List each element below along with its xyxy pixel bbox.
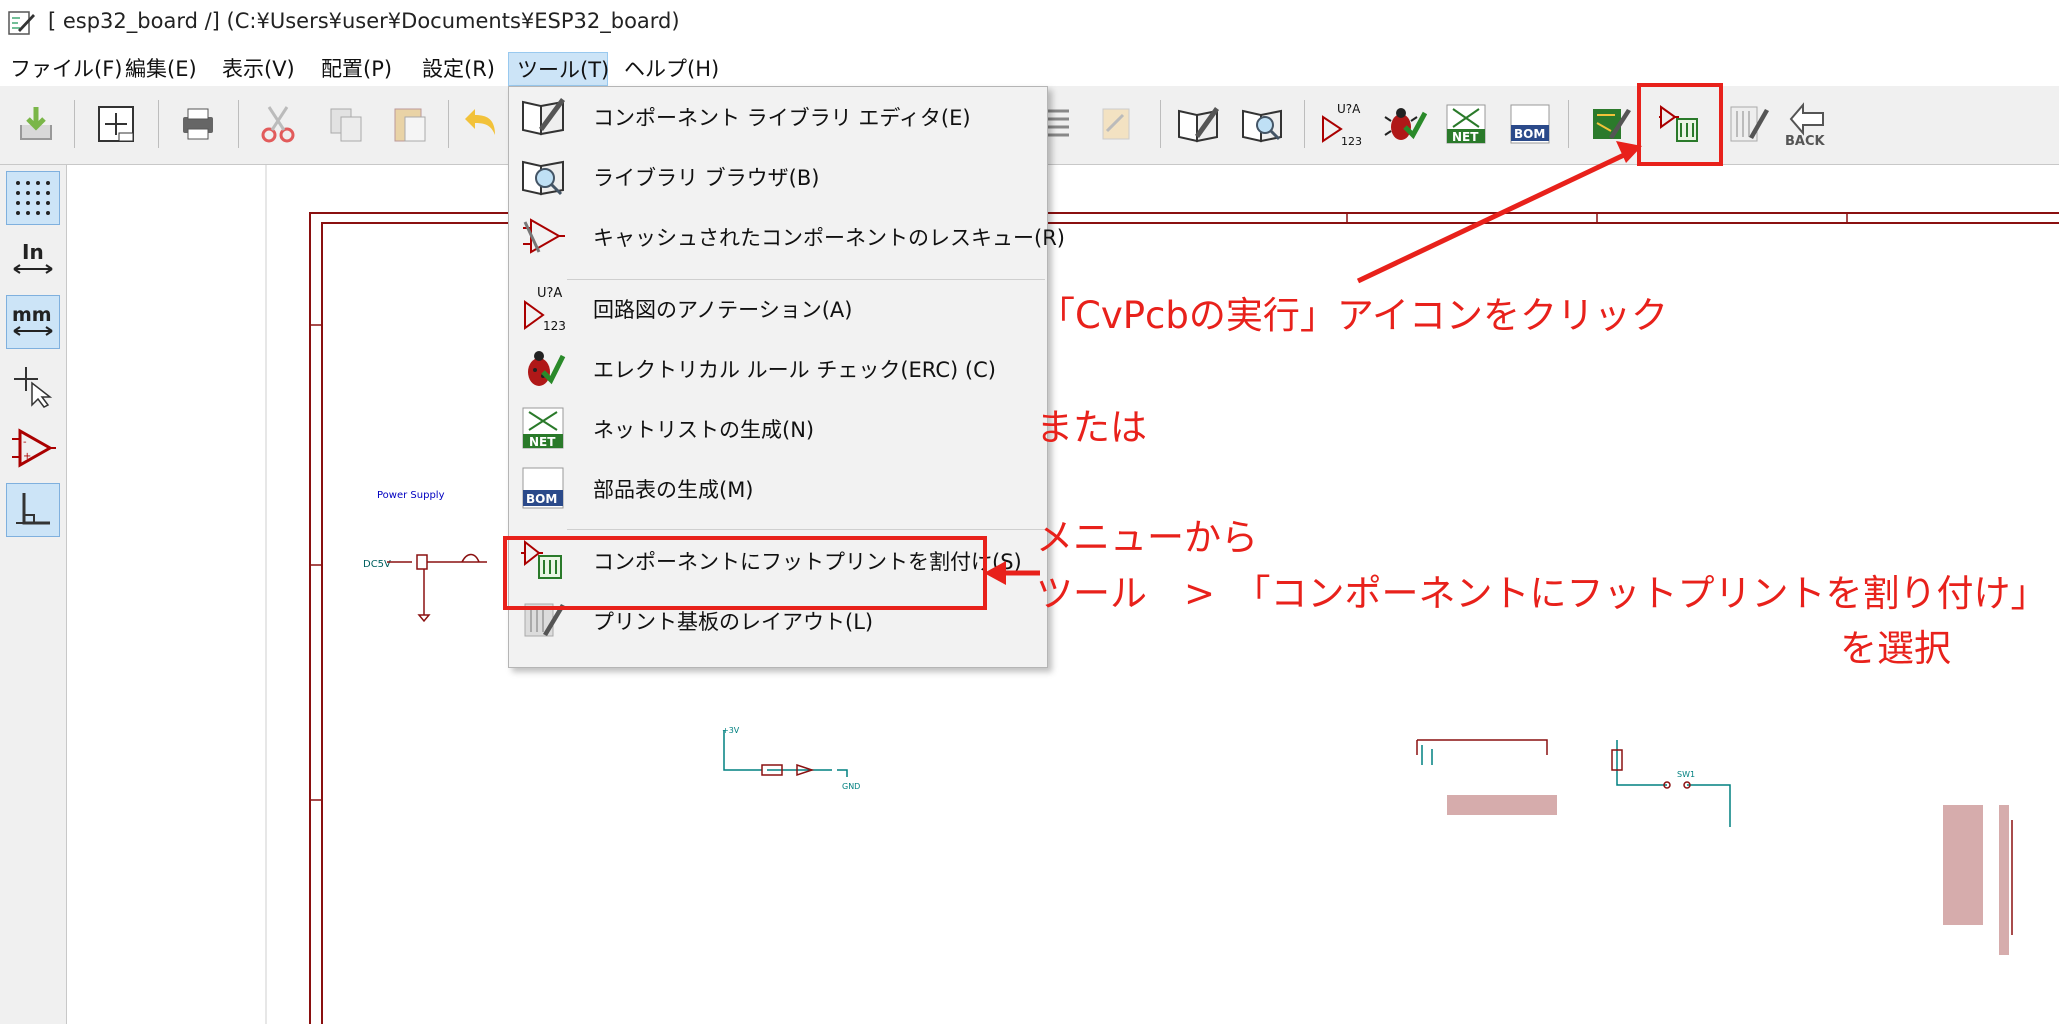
inch-text: In [22, 240, 44, 264]
menu-item-highlight-box [503, 536, 987, 610]
svg-text:-: - [23, 437, 27, 448]
svg-text:BOM: BOM [526, 492, 557, 506]
erc-icon [528, 351, 566, 386]
back-text: BACK [1785, 134, 1826, 147]
save-icon[interactable] [10, 98, 62, 150]
library-editor-icon[interactable] [1172, 98, 1224, 150]
dc5v-label: DC5V [363, 559, 391, 570]
menu-item-netlist[interactable]: NET ネットリストの生成(N) [509, 399, 1045, 457]
menu-item-label: ライブラリ ブラウザ(B) [593, 166, 820, 190]
menu-item-label: コンポーネント ライブラリ エディタ(E) [593, 106, 971, 130]
cut-icon[interactable] [252, 98, 304, 150]
library-browser-icon[interactable] [1236, 98, 1288, 150]
menu-file[interactable]: ファイル(F) [2, 52, 130, 86]
print-icon[interactable] [172, 98, 224, 150]
menu-item-annotate[interactable]: U?A 123 回路図のアノテーション(A) [509, 279, 1045, 337]
svg-text:U?A: U?A [537, 286, 562, 301]
library-browser-icon [522, 160, 564, 196]
menu-item-bom[interactable]: BOM 部品表の生成(M) [509, 459, 1045, 517]
svg-text:123: 123 [543, 319, 566, 332]
cvpcb-instruction-text: 「CvPcbの実行」アイコンをクリック [1038, 294, 1669, 337]
menu-item-label: ネットリストの生成(N) [593, 418, 815, 442]
annotate-icon: U?A 123 [524, 286, 566, 332]
copy-icon[interactable] [320, 98, 372, 150]
menu-view[interactable]: 表示(V) [214, 52, 303, 86]
leave-sheet-icon[interactable] [1090, 98, 1142, 150]
menu-item-label: 部品表の生成(M) [593, 478, 754, 502]
annotate-top-text: U?A [1337, 102, 1361, 116]
window-title: [ esp32_board /] (C:¥Users¥user¥Document… [48, 9, 680, 33]
or-text: または [1036, 406, 1147, 449]
grid-toggle-icon[interactable] [6, 171, 60, 225]
footprint-editor-icon[interactable] [1722, 98, 1774, 150]
svg-text:+: + [23, 451, 31, 462]
paste-icon[interactable] [384, 98, 436, 150]
menu-item-label: 回路図のアノテーション(A) [593, 298, 853, 322]
bom-icon: BOM [522, 467, 564, 509]
left-toolbar: In mm - + [0, 165, 67, 1024]
wire-angle-icon[interactable] [6, 483, 60, 537]
bom-icon[interactable]: BOM [1504, 98, 1556, 150]
menu-tools[interactable]: ツール(T) [508, 52, 609, 86]
back-annotate-icon[interactable]: BACK [1780, 98, 1832, 150]
svg-text:NET: NET [529, 435, 556, 449]
menu-edit[interactable]: 編集(E) [117, 52, 205, 86]
net-text: NET [1452, 130, 1479, 144]
menu-path-text: ツール > 「コンポーネントにフットプリントを割り付け」 [1036, 572, 2048, 615]
menu-item-label: プリント基板のレイアウト(L) [593, 610, 874, 634]
netlist-icon[interactable]: NET [1440, 98, 1492, 150]
mm-text: mm [12, 304, 52, 326]
cursor-shape-icon[interactable] [6, 359, 60, 413]
menu-item-label: エレクトリカル ルール チェック(ERC) (C) [593, 358, 996, 382]
pcbnew-icon[interactable] [1584, 98, 1636, 150]
menu-item-erc[interactable]: エレクトリカル ルール チェック(ERC) (C) [509, 339, 1045, 397]
cvpcb-highlight-box [1637, 83, 1723, 166]
inch-units-icon[interactable]: In [6, 233, 60, 287]
menu-item-library-browser[interactable]: ライブラリ ブラウザ(B) [509, 147, 1045, 205]
title-bar: [ esp32_board /] (C:¥Users¥user¥Document… [0, 0, 2059, 46]
menu-item-rescue[interactable]: キャッシュされたコンポーネントのレスキュー(R) [509, 207, 1065, 265]
menu-help[interactable]: ヘルプ(H) [616, 52, 727, 86]
menu-bar: ファイル(F) 編集(E) 表示(V) 配置(P) 設定(R) ツール(T) ヘ… [0, 52, 2059, 86]
menu-place[interactable]: 配置(P) [313, 52, 400, 86]
annotate-icon[interactable]: U?A 123 [1316, 98, 1368, 150]
erc-icon[interactable] [1378, 98, 1430, 150]
mm-units-icon[interactable]: mm [6, 295, 60, 349]
sw1-label: SW1 [1677, 770, 1695, 779]
menu-item-library-editor[interactable]: コンポーネント ライブラリ エディタ(E) [509, 87, 1045, 145]
menu-preferences[interactable]: 設定(R) [414, 52, 503, 86]
power-supply-label: Power Supply [377, 490, 445, 501]
rescue-icon [523, 218, 565, 254]
hidden-pins-icon[interactable]: - + [6, 421, 60, 475]
select-text: を選択 [1840, 627, 1951, 670]
undo-icon[interactable] [458, 98, 510, 150]
bom-text: BOM [1514, 127, 1545, 141]
from-menu-text: メニューから [1036, 516, 1258, 559]
v33-label: +3V [722, 726, 740, 735]
menu-item-label: キャッシュされたコンポーネントのレスキュー(R) [593, 226, 1065, 250]
netlist-icon: NET [522, 407, 564, 449]
eeschema-app-icon [8, 11, 35, 35]
annotate-bottom-text: 123 [1341, 135, 1362, 147]
library-editor-icon [522, 98, 565, 136]
gnd-label: GND [842, 782, 860, 791]
page-settings-icon[interactable] [90, 98, 142, 150]
